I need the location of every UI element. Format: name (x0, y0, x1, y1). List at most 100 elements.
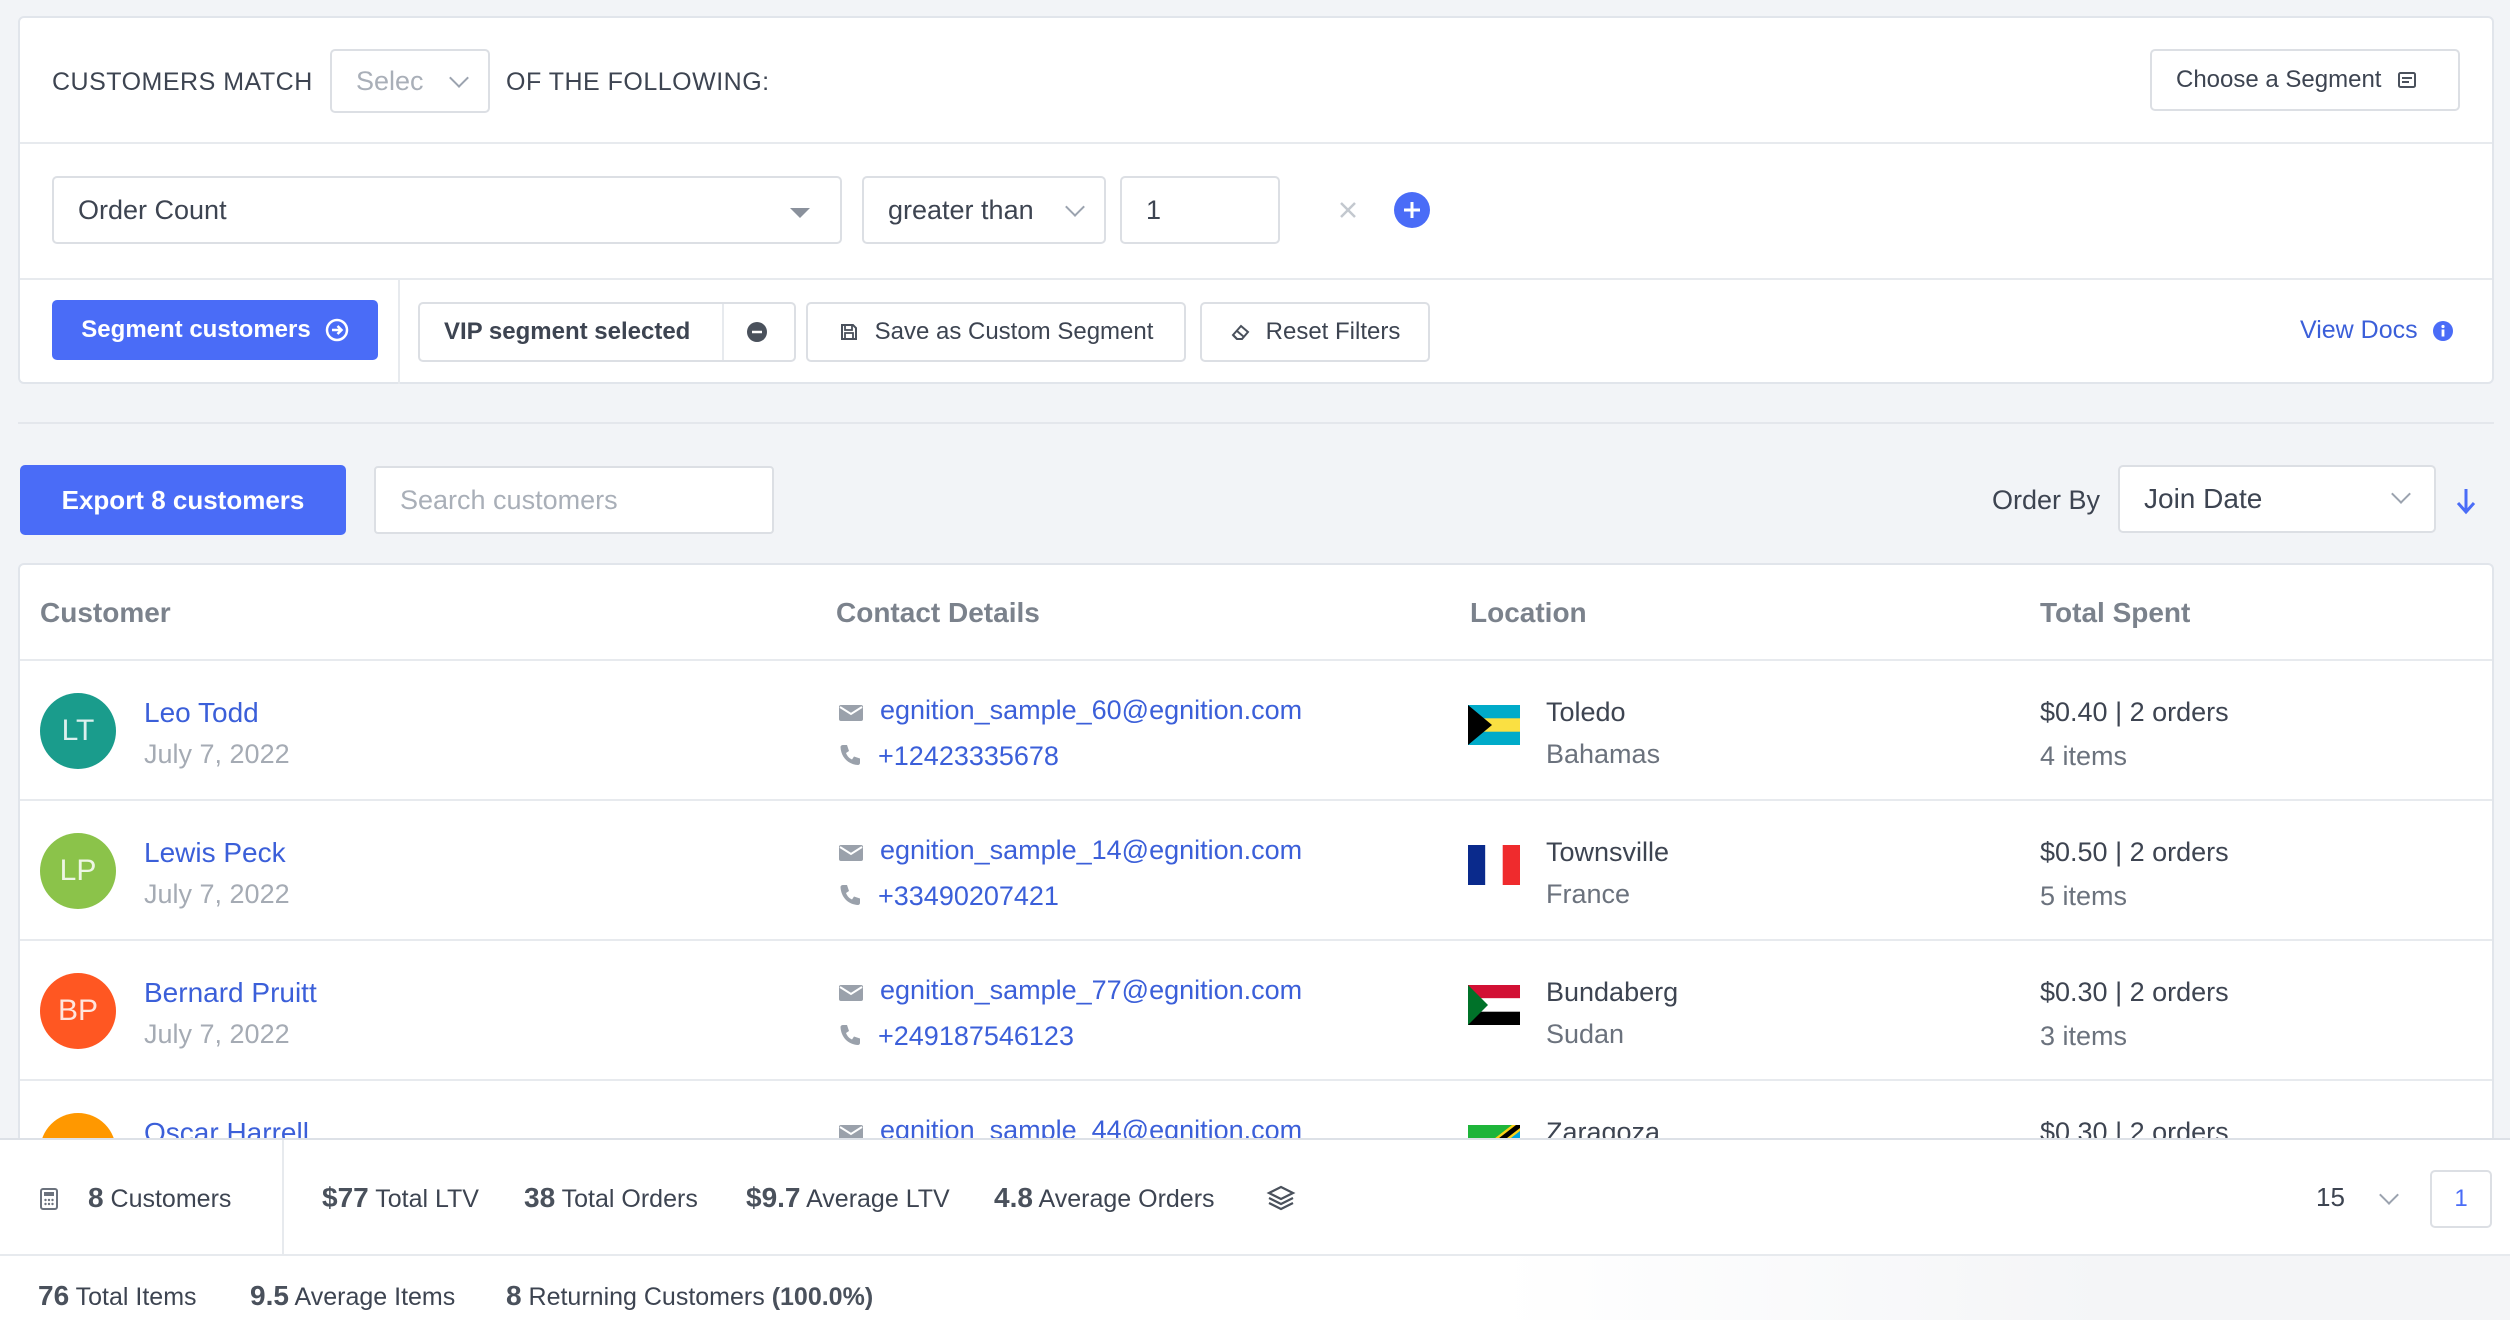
header-location: Location (1470, 597, 1587, 628)
join-date: July 7, 2022 (144, 739, 290, 769)
avatar: LP (40, 833, 116, 909)
chevron-down-icon (2379, 1185, 2399, 1205)
customers-match-label: CUSTOMERS MATCH (52, 68, 313, 96)
view-docs-label: View Docs (2300, 316, 2418, 344)
phone-link[interactable]: +12423335678 (878, 741, 1059, 772)
view-docs-link[interactable]: View Docs (2300, 316, 2454, 345)
chip-divider (722, 304, 724, 360)
divider (398, 280, 400, 384)
average-orders-label: Average Orders (1038, 1185, 1215, 1213)
reset-filters-label: Reset Filters (1265, 318, 1401, 345)
total-ltv-label: Total LTV (375, 1185, 479, 1213)
average-ltv-label: Average LTV (806, 1185, 950, 1213)
match-select[interactable]: Selec (330, 49, 490, 113)
match-select-value: Selec (356, 65, 424, 96)
avatar: LT (40, 693, 116, 769)
total-orders-stat: 38 Total Orders (524, 1182, 698, 1214)
join-date: July 7, 2022 (144, 1019, 290, 1049)
table-row[interactable]: LP Lewis Peck July 7, 2022 egnition_samp… (20, 801, 2492, 941)
customers-stat-label: Customers (110, 1185, 232, 1213)
chevron-down-icon (449, 68, 469, 88)
returning-customers-stat: 8 Returning Customers (100.0%) (506, 1280, 873, 1312)
total-spent: $0.50 | 2 orders (2040, 837, 2229, 867)
sudan-flag-icon (1468, 985, 1520, 1025)
per-page-select[interactable]: 15 (2316, 1182, 2345, 1213)
condition-row: Order Count greater than 1 (20, 144, 2492, 280)
layers-icon[interactable] (1266, 1184, 1296, 1212)
email-link[interactable]: egnition_sample_77@egnition.com (880, 975, 1302, 1006)
info-icon (2432, 320, 2453, 341)
location-city: Toledo (1546, 697, 1626, 727)
calculator-icon (40, 1188, 58, 1210)
item-count: 5 items (2040, 881, 2128, 911)
location-country: Sudan (1546, 1019, 1625, 1049)
customer-name-link[interactable]: Lewis Peck (144, 837, 286, 869)
remove-condition-icon[interactable] (1338, 200, 1358, 220)
segment-list-icon (2398, 72, 2417, 88)
table-row[interactable]: BP Bernard Pruitt July 7, 2022 egnition_… (20, 941, 2492, 1081)
item-count: 3 items (2040, 1021, 2128, 1051)
export-customers-button[interactable]: Export 8 customers (20, 465, 346, 535)
section-divider (18, 422, 2494, 424)
average-items-label: Average Items (294, 1283, 456, 1311)
location-country: France (1546, 879, 1631, 909)
floppy-disk-icon (840, 324, 857, 340)
customers-stat: 8 Customers (88, 1182, 231, 1214)
save-custom-segment-button[interactable]: Save as Custom Segment (806, 302, 1186, 362)
total-items-stat: 76 Total Items (38, 1280, 197, 1312)
avatar-initials: BP (57, 994, 99, 1027)
order-by-select[interactable]: Join Date (2118, 465, 2436, 533)
condition-operator-select[interactable]: greater than (862, 176, 1106, 244)
item-count: 4 items (2040, 741, 2128, 771)
total-ltv-value: $77 (322, 1182, 369, 1213)
of-following-label: OF THE FOLLOWING: (506, 68, 770, 96)
header-contact: Contact Details (836, 597, 1040, 628)
envelope-icon (839, 845, 863, 861)
envelope-icon (839, 985, 863, 1001)
order-by-value: Join Date (2144, 483, 2263, 514)
join-date: July 7, 2022 (144, 879, 290, 909)
average-orders-value: 4.8 (994, 1182, 1033, 1213)
total-orders-value: 38 (524, 1182, 556, 1213)
condition-value-input[interactable]: 1 (1120, 176, 1280, 244)
email-link[interactable]: egnition_sample_14@egnition.com (880, 835, 1302, 866)
reset-filters-button[interactable]: Reset Filters (1200, 302, 1430, 362)
caret-down-icon (790, 208, 810, 218)
sort-direction-icon[interactable] (2454, 486, 2478, 516)
remove-segment-icon[interactable] (746, 321, 768, 343)
returning-customers-value: 8 (506, 1280, 522, 1311)
segment-customers-button[interactable]: Segment customers (52, 300, 378, 360)
search-customers-input[interactable]: Search customers (374, 466, 774, 534)
segment-actions-row: Segment customers VIP segment selected S… (20, 280, 2492, 384)
table-row[interactable]: LT Leo Todd July 7, 2022 egnition_sample… (20, 661, 2492, 801)
email-link[interactable]: egnition_sample_60@egnition.com (880, 695, 1302, 726)
location-country: Bahamas (1546, 739, 1661, 769)
page-button[interactable]: 1 (2430, 1170, 2492, 1228)
phone-link[interactable]: +249187546123 (878, 1021, 1074, 1052)
total-spent: $0.30 | 2 orders (2040, 977, 2229, 1007)
customer-name-link[interactable]: Leo Todd (144, 697, 259, 729)
choose-segment-button[interactable]: Choose a Segment (2150, 49, 2460, 111)
match-row: CUSTOMERS MATCH Selec OF THE FOLLOWING: … (20, 18, 2492, 144)
phone-icon (840, 1025, 860, 1045)
condition-field-select[interactable]: Order Count (52, 176, 842, 244)
segment-customers-label: Segment customers (81, 316, 311, 343)
footer-divider (282, 1140, 284, 1254)
add-condition-icon[interactable] (1394, 192, 1430, 228)
vip-segment-label: VIP segment selected (444, 318, 691, 345)
avatar-initials: LT (61, 714, 95, 747)
location-city: Bundaberg (1546, 977, 1679, 1007)
save-custom-segment-label: Save as Custom Segment (874, 318, 1154, 345)
total-orders-label: Total Orders (561, 1185, 698, 1213)
chevron-down-icon (1065, 197, 1085, 217)
choose-segment-label: Choose a Segment (2176, 66, 2382, 93)
summary-footer: 8 Customers $77 Total LTV 38 Total Order… (0, 1138, 2510, 1320)
average-ltv-value: $9.7 (746, 1182, 801, 1213)
header-customer: Customer (40, 597, 171, 628)
per-page-value: 15 (2316, 1182, 2345, 1212)
customer-name-link[interactable]: Bernard Pruitt (144, 977, 317, 1009)
phone-link[interactable]: +33490207421 (878, 881, 1059, 912)
average-items-stat: 9.5 Average Items (250, 1280, 455, 1312)
total-spent: $0.40 | 2 orders (2040, 697, 2229, 727)
condition-operator-value: greater than (888, 194, 1034, 225)
